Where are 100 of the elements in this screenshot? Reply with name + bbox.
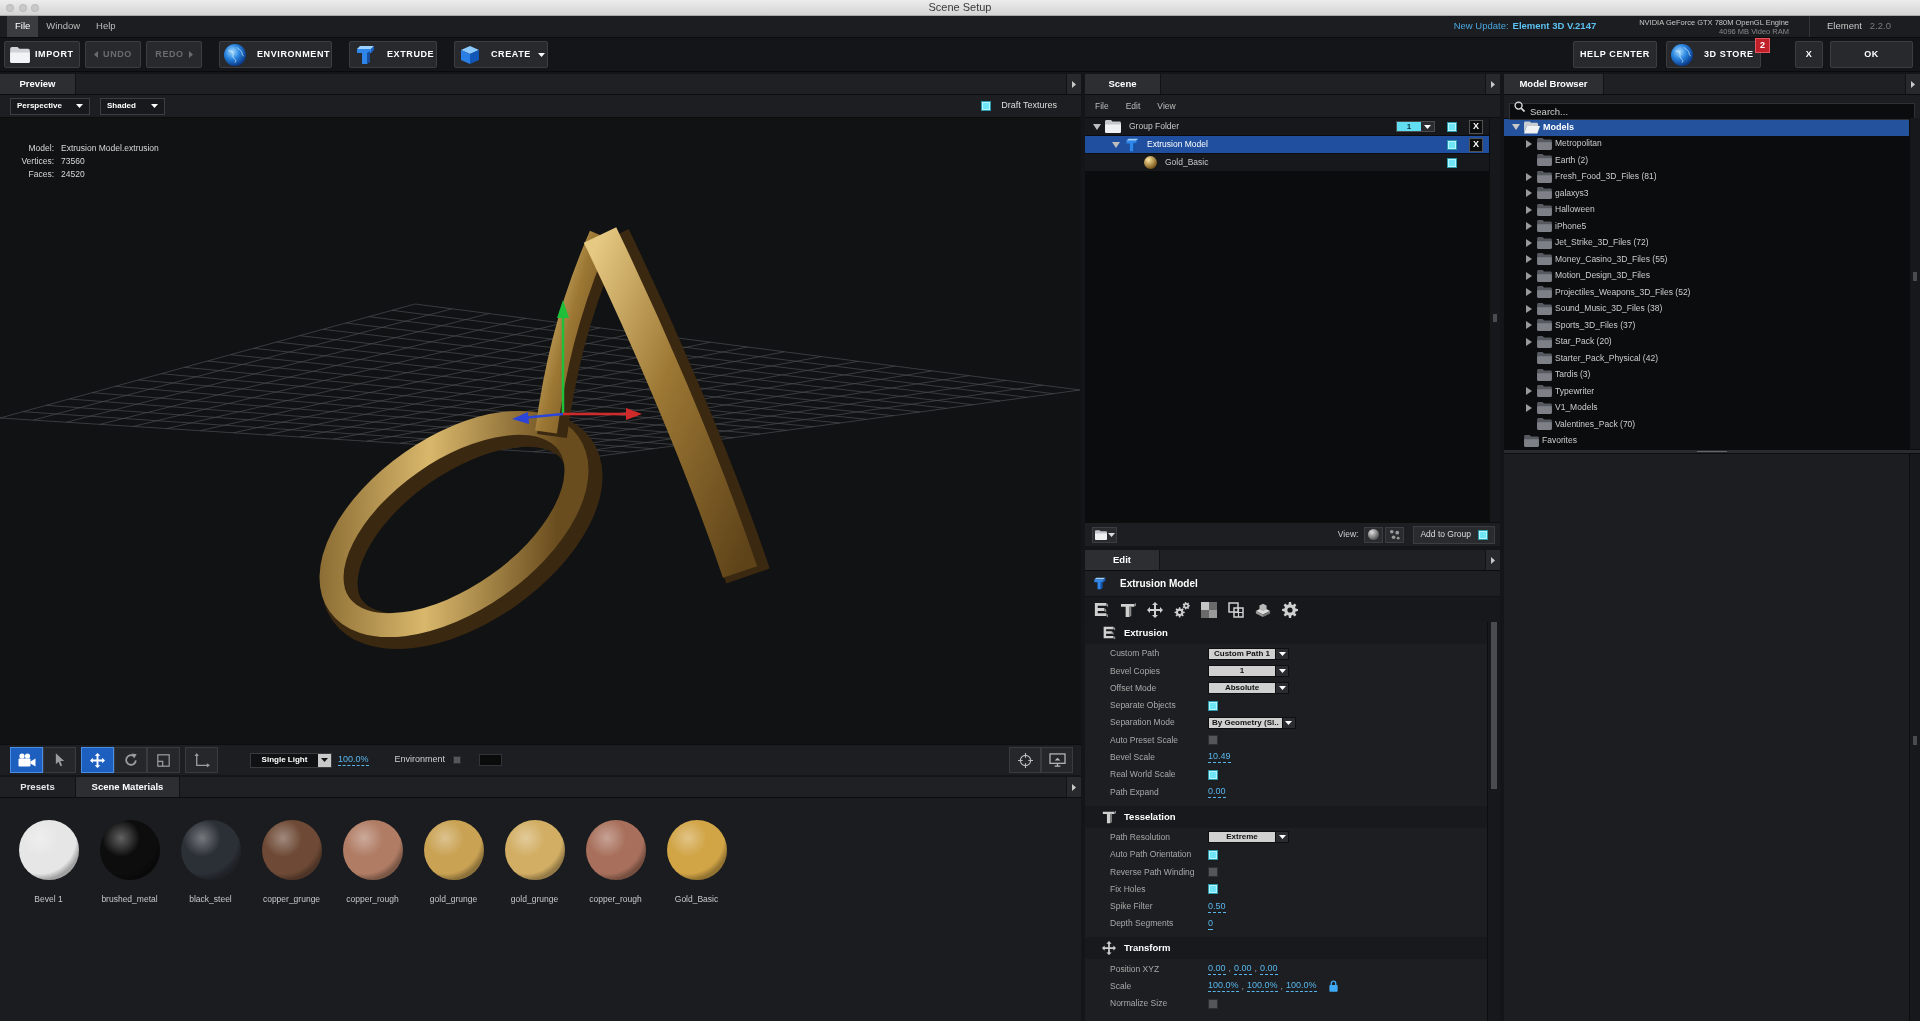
checkbox[interactable] — [1478, 529, 1488, 540]
section-header[interactable]: Transform — [1085, 937, 1487, 960]
tree-item[interactable]: Valentines_Pack (70) — [1504, 416, 1909, 433]
panel-menu-button[interactable] — [1485, 74, 1500, 94]
tree-item[interactable]: Gold_Basic — [1085, 154, 1447, 171]
checkbox[interactable] — [1208, 769, 1218, 780]
four-way-arrow-icon[interactable] — [1147, 601, 1163, 618]
tree-item[interactable]: Sports_3D_Files (37) — [1504, 317, 1909, 334]
material-item[interactable]: copper_grunge — [251, 820, 332, 906]
checker-icon[interactable] — [1201, 601, 1217, 618]
search-field[interactable]: Search... — [1509, 103, 1915, 120]
property-dropdown[interactable]: Custom Path 1 — [1208, 647, 1289, 660]
property-dropdown[interactable]: By Geometry (Sl.. — [1208, 716, 1296, 729]
number-field[interactable]: 0.00 — [1208, 786, 1226, 798]
checkbox[interactable] — [453, 756, 462, 764]
material-item[interactable]: black_steel — [170, 820, 251, 906]
update-link[interactable]: Element 3D V.2147 — [1512, 19, 1597, 34]
lock-icon[interactable] — [1328, 980, 1338, 993]
panel-tab[interactable]: Scene — [1085, 74, 1161, 94]
number-field[interactable]: 0.00 — [1260, 963, 1278, 976]
checkbox[interactable] — [1208, 998, 1218, 1009]
property-dropdown[interactable]: Extreme — [1208, 831, 1289, 844]
checkbox[interactable] — [1208, 849, 1218, 860]
checkbox[interactable] — [1208, 700, 1218, 711]
scrollbar[interactable] — [1489, 118, 1500, 522]
tool-button[interactable] — [147, 747, 180, 773]
import-button[interactable]: IMPORT — [4, 41, 80, 68]
crosshair-button[interactable] — [1009, 747, 1041, 773]
section-header[interactable]: Tesselation — [1085, 805, 1487, 828]
viewport[interactable]: Model: Extrusion Model.extrusion Vertices: 73560 Faces: 24520 — [0, 118, 1081, 744]
tree-item[interactable]: Sound_Music_3D_Files (38) — [1504, 300, 1909, 317]
tool-button[interactable] — [43, 747, 76, 773]
create-button[interactable]: CREATE — [454, 41, 548, 68]
environment-button[interactable]: ENVIRONMENT — [219, 41, 332, 68]
menu-item[interactable]: Window — [38, 16, 89, 37]
scrollbar[interactable] — [1487, 622, 1500, 1021]
tree-item[interactable]: iPhone5 — [1504, 218, 1909, 235]
view-button[interactable] — [1364, 526, 1384, 543]
tree-item[interactable]: Money_Casino_3D_Files (55) — [1504, 251, 1909, 268]
material-item[interactable]: copper_rough — [575, 820, 656, 906]
panel-tab[interactable]: Scene Materials — [76, 777, 180, 797]
t-shape-icon[interactable] — [1120, 601, 1136, 618]
delete-button[interactable]: X — [1469, 119, 1483, 134]
panel-menu-button[interactable] — [1905, 74, 1920, 94]
material-item[interactable]: gold_grunge — [494, 820, 575, 906]
tool-button[interactable] — [10, 747, 43, 773]
tree-item[interactable]: Typewriter — [1504, 383, 1909, 400]
number-field[interactable]: 0.50 — [1208, 900, 1226, 913]
number-field[interactable]: 10.49 — [1208, 751, 1231, 764]
checkbox[interactable] — [1447, 139, 1457, 150]
close-button[interactable]: X — [1795, 41, 1823, 68]
shading-dropdown[interactable]: Shaded — [100, 97, 165, 115]
menu-item[interactable]: File — [1095, 99, 1109, 113]
panel-menu-button[interactable] — [1066, 777, 1081, 797]
material-item[interactable]: brushed_metal — [89, 820, 170, 906]
tree-item[interactable]: Earth (2) — [1504, 152, 1909, 169]
number-field[interactable]: 100.0% — [1247, 980, 1278, 993]
tree-item[interactable]: Jet_Strike_3D_Files (72) — [1504, 234, 1909, 251]
tree-item[interactable]: Starter_Pack_Physical (42) — [1504, 350, 1909, 367]
menu-item[interactable]: View — [1157, 99, 1176, 113]
tree-item[interactable]: V1_Models — [1504, 399, 1909, 416]
material-item[interactable]: Gold_Basic — [656, 820, 737, 906]
number-field[interactable]: 100.0% — [1286, 980, 1317, 993]
menu-item[interactable]: Edit — [1125, 99, 1141, 113]
property-dropdown[interactable]: Absolute — [1208, 682, 1289, 695]
tool-button[interactable] — [114, 747, 147, 773]
view-dropdown[interactable]: Perspective — [10, 97, 90, 115]
tree-item[interactable]: Extrusion Model — [1085, 136, 1447, 153]
scroll-thumb[interactable] — [1913, 736, 1917, 745]
block-icon[interactable] — [1255, 601, 1271, 618]
scroll-thumb[interactable] — [1913, 272, 1917, 281]
material-item[interactable]: copper_rough — [332, 820, 413, 906]
property-dropdown[interactable]: 1 — [1208, 664, 1289, 677]
scrollbar[interactable] — [1909, 118, 1920, 449]
delete-button[interactable]: X — [1469, 137, 1483, 152]
number-field[interactable]: 0.00 — [1234, 963, 1252, 976]
store-button[interactable]: 3D STORE — [1666, 41, 1761, 68]
tree-item[interactable]: Group Folder — [1085, 118, 1396, 135]
settings-icon[interactable] — [1282, 601, 1298, 618]
scroll-thumb[interactable] — [1493, 314, 1497, 322]
section-header[interactable]: Extrusion — [1085, 622, 1487, 644]
tree-item[interactable]: Projectiles_Weapons_3D_Files (52) — [1504, 284, 1909, 301]
number-field[interactable]: 0.00 — [1208, 963, 1226, 976]
tree-item[interactable]: Tardis (3) — [1504, 366, 1909, 383]
panel-tab[interactable]: Edit — [1085, 550, 1160, 570]
menu-item[interactable]: File — [7, 16, 39, 37]
tool-button[interactable] — [81, 747, 114, 773]
lighting-dropdown[interactable]: Single Light — [250, 752, 332, 768]
tool-button[interactable] — [185, 747, 218, 773]
checkbox[interactable] — [1208, 866, 1218, 877]
view-button[interactable] — [1385, 526, 1405, 543]
menu-item[interactable]: Help — [88, 16, 124, 37]
tree-item[interactable]: Halloween — [1504, 201, 1909, 218]
checkbox[interactable] — [1208, 884, 1218, 895]
monitor-button[interactable] — [1041, 747, 1073, 773]
number-field[interactable]: 100.0% — [338, 754, 369, 766]
tree-item[interactable]: galaxys3 — [1504, 185, 1909, 202]
tree-item[interactable]: Favorites — [1504, 432, 1909, 449]
panel-menu-button[interactable] — [1485, 550, 1500, 570]
folder-menu-button[interactable] — [1092, 526, 1117, 543]
